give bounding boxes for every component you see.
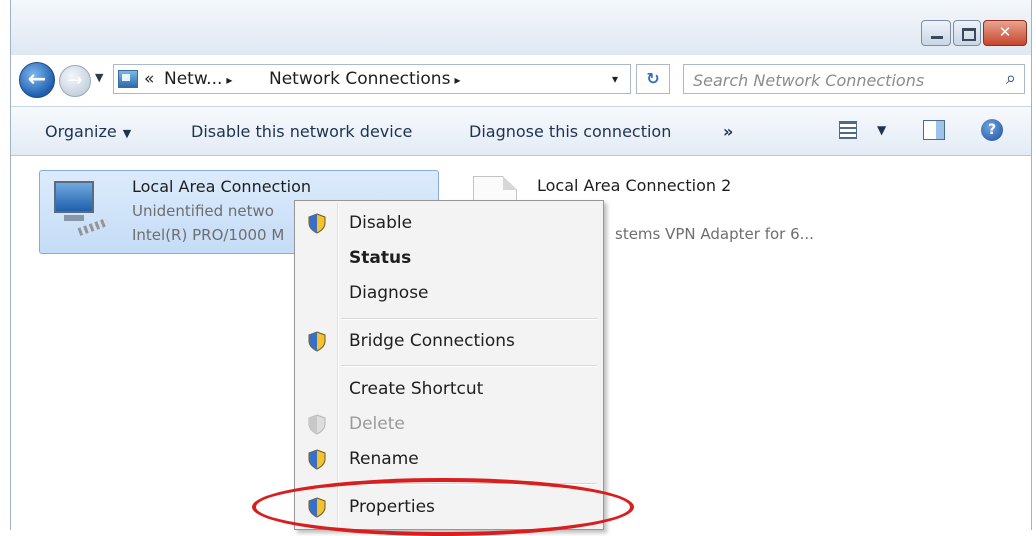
menu-item-label: Bridge Connections [349, 331, 515, 351]
network-folder-icon [118, 70, 138, 88]
uac-shield-icon [308, 331, 326, 352]
title-bar [11, 0, 1031, 55]
connection-name: Local Area Connection 2 [537, 176, 732, 195]
monitor-stand [64, 215, 84, 221]
breadcrumb-separator-icon[interactable]: ▸ [226, 73, 232, 87]
network-adapter-icon [48, 177, 110, 239]
uac-shield-icon [308, 449, 326, 470]
connection-status: Unidentified netwo [132, 202, 274, 220]
menu-item-bridge-connections[interactable]: Bridge Connections [295, 325, 603, 357]
menu-separator [341, 318, 597, 320]
uac-shield-icon [308, 213, 326, 234]
chevron-down-icon: ▼ [122, 127, 132, 140]
menu-item-label: Status [349, 248, 412, 268]
help-icon[interactable]: ? [981, 119, 1003, 141]
connection-device: Intel(R) PRO/1000 M [132, 226, 285, 244]
view-options-dropdown-icon[interactable]: ▼ [877, 123, 886, 137]
menu-separator [341, 365, 597, 367]
uac-shield-disabled-icon [308, 414, 326, 435]
command-bar: Organize ▼ Disable this network device Di… [11, 106, 1031, 156]
close-button[interactable] [983, 20, 1027, 46]
menu-item-label: Create Shortcut [349, 379, 484, 399]
window-controls [921, 20, 1027, 46]
preview-pane-icon[interactable] [923, 120, 945, 140]
menu-item-label: Disable [349, 213, 413, 233]
menu-item-create-shortcut[interactable]: Create Shortcut [295, 373, 603, 405]
maximize-button[interactable] [953, 20, 981, 46]
breadcrumb-network-label: Netw... [164, 69, 223, 89]
connection-device: stems VPN Adapter for 6... [615, 225, 814, 243]
refresh-icon[interactable]: ↻ [636, 64, 670, 94]
menu-item-delete: Delete [295, 408, 603, 440]
menu-item-rename[interactable]: Rename [295, 443, 603, 475]
organize-label: Organize [45, 122, 117, 141]
menu-item-label: Diagnose [349, 283, 429, 303]
back-arrow-icon[interactable]: ← [19, 62, 55, 98]
organize-button[interactable]: Organize ▼ [45, 122, 131, 141]
change-view-icon[interactable] [839, 121, 857, 139]
forward-arrow-icon[interactable]: → [59, 65, 91, 97]
breadcrumb-separator-icon[interactable]: ▸ [454, 73, 460, 87]
minimize-button[interactable] [921, 20, 951, 46]
disable-device-button[interactable]: Disable this network device [191, 122, 412, 141]
breadcrumb-network-connections[interactable]: Network Connections ▸ [269, 65, 464, 94]
breadcrumb-overflow[interactable]: « [144, 65, 154, 93]
recent-pages-dropdown-icon[interactable]: ▼ [95, 71, 103, 84]
properties-highlight-annotation [252, 478, 634, 536]
address-dropdown-icon[interactable]: ▾ [612, 65, 618, 93]
menu-item-label: Rename [349, 449, 419, 469]
connection-name: Local Area Connection [132, 177, 311, 196]
breadcrumb-network[interactable]: Netw... ▸ [164, 65, 236, 94]
menu-item-disable[interactable]: Disable [295, 207, 603, 239]
menu-item-label: Delete [349, 414, 405, 434]
search-icon[interactable]: ⌕ [1006, 68, 1016, 89]
search-input[interactable] [684, 65, 995, 95]
address-bar[interactable]: « Netw... ▸ Network Connections ▸ ▾ [113, 64, 631, 94]
search-box[interactable]: ⌕ [683, 64, 1025, 95]
navigation-bar: ← → ▼ « Netw... ▸ Network Connections ▸ ▾ … [11, 58, 1031, 102]
menu-item-diagnose[interactable]: Diagnose [295, 277, 603, 309]
breadcrumb-network-connections-label: Network Connections [269, 69, 451, 89]
diagnose-connection-button[interactable]: Diagnose this connection [469, 122, 671, 141]
monitor-icon [54, 181, 94, 213]
menu-item-status[interactable]: Status [295, 242, 603, 274]
more-commands-button[interactable]: » [723, 122, 733, 141]
